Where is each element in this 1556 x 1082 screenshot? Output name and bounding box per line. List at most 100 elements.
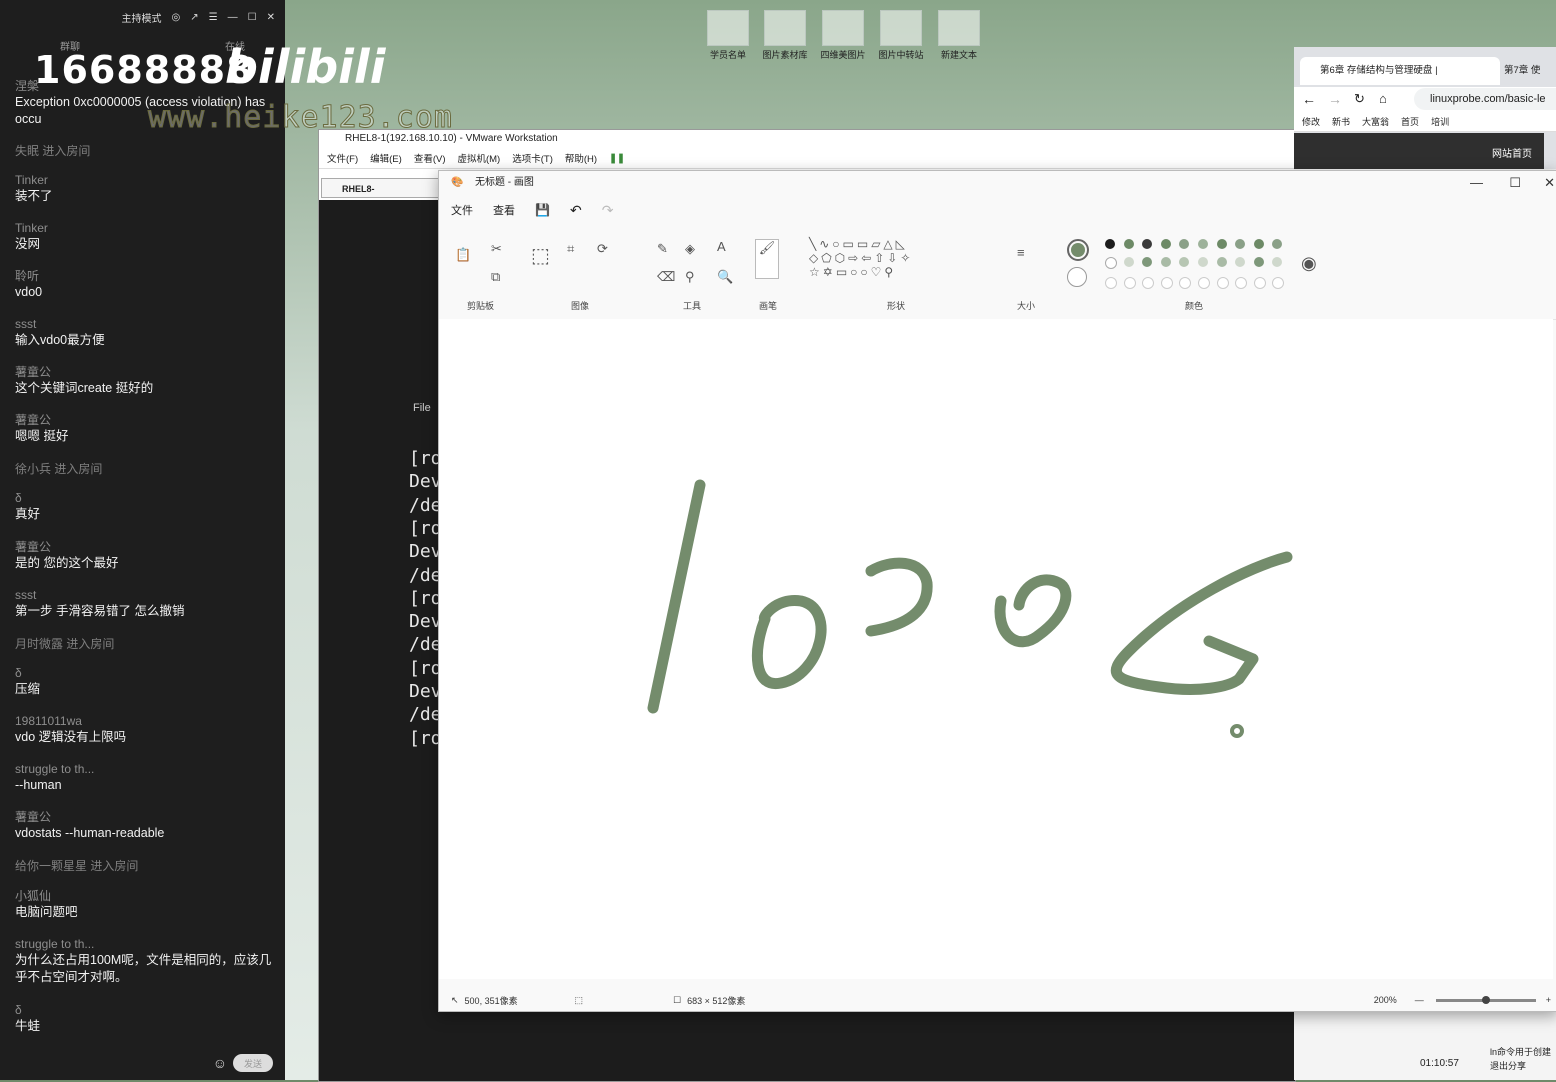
message-username[interactable]: 聆听 bbox=[15, 268, 273, 284]
desktop-icon[interactable]: 学员名单 bbox=[700, 10, 756, 61]
url-field[interactable]: linuxprobe.com/basic-le bbox=[1414, 88, 1556, 110]
palette-custom-slot[interactable] bbox=[1179, 277, 1192, 289]
menu-file[interactable]: 文件(F) bbox=[327, 151, 358, 165]
message-username[interactable]: ssst bbox=[15, 587, 273, 603]
undo-icon[interactable]: ↶ bbox=[570, 202, 582, 219]
maximize-icon[interactable]: ☐ bbox=[248, 12, 257, 23]
palette-color[interactable] bbox=[1160, 239, 1171, 249]
palette-color[interactable] bbox=[1272, 257, 1283, 267]
palette-color[interactable] bbox=[1123, 239, 1134, 249]
bookmark-item[interactable]: 首页 bbox=[1401, 115, 1419, 128]
message-username[interactable]: 薯童公 bbox=[15, 412, 273, 428]
site-home-link[interactable]: 网站首页 bbox=[1492, 145, 1532, 160]
magnifier-icon[interactable]: 🔍 bbox=[717, 269, 733, 285]
minimize-icon[interactable]: — bbox=[228, 12, 238, 23]
palette-color[interactable] bbox=[1216, 239, 1227, 249]
minimize-icon[interactable]: — bbox=[1470, 171, 1483, 195]
vm-tab[interactable]: RHEL8-1(192.168.10.10) bbox=[321, 178, 441, 214]
emoji-icon[interactable]: ☺ bbox=[213, 1055, 227, 1071]
popout-icon[interactable]: ↗ bbox=[190, 12, 198, 23]
color1-swatch[interactable] bbox=[1067, 239, 1089, 261]
eraser-icon[interactable]: ⌫ bbox=[657, 269, 675, 285]
menu-edit[interactable]: 编辑(E) bbox=[370, 151, 402, 165]
rotate-icon[interactable]: ⟳ bbox=[597, 241, 608, 257]
home-icon[interactable]: ⌂ bbox=[1379, 91, 1387, 106]
crop-icon[interactable]: ⌗ bbox=[567, 241, 574, 257]
pause-icon[interactable]: ❚❚ bbox=[609, 153, 625, 164]
palette-custom-slot[interactable] bbox=[1253, 277, 1266, 289]
palette-color[interactable] bbox=[1253, 257, 1264, 267]
paste-icon[interactable]: 📋 bbox=[455, 247, 471, 263]
forward-icon[interactable]: → bbox=[1328, 91, 1342, 107]
fill-icon[interactable]: ◈ bbox=[685, 241, 695, 257]
message-username[interactable]: struggle to th... bbox=[15, 936, 273, 952]
palette-custom-slot[interactable] bbox=[1105, 277, 1117, 289]
message-username[interactable]: δ bbox=[15, 665, 273, 681]
paint-menu-view[interactable]: 查看 bbox=[493, 202, 515, 218]
palette-color[interactable] bbox=[1272, 239, 1283, 249]
shapes-gallery[interactable]: ╲∿○▭▭▱△◺ ◇⬠⬡⇨⇦⇧⇩✧ ☆✡▭○○♡⚲ bbox=[809, 237, 913, 279]
zoom-slider[interactable] bbox=[1435, 995, 1536, 1004]
desktop-icon[interactable]: 图片中转站 bbox=[873, 10, 929, 61]
back-icon[interactable]: ← bbox=[1302, 91, 1316, 107]
paint-menu-file[interactable]: 文件 bbox=[451, 202, 473, 218]
close-icon[interactable]: ✕ bbox=[267, 12, 275, 23]
palette-color[interactable] bbox=[1216, 257, 1227, 267]
paint-canvas[interactable] bbox=[439, 319, 1553, 979]
bookmark-item[interactable]: 培训 bbox=[1431, 115, 1449, 128]
browser-tab[interactable]: 第7章 使 bbox=[1484, 57, 1556, 85]
palette-color[interactable] bbox=[1198, 257, 1208, 267]
reload-icon[interactable]: ↻ bbox=[1354, 91, 1365, 107]
menu-vm[interactable]: 虚拟机(M) bbox=[457, 151, 500, 165]
cut-icon[interactable]: ✂ bbox=[491, 241, 502, 257]
palette-color[interactable] bbox=[1123, 257, 1134, 267]
copy-icon[interactable]: ⧉ bbox=[491, 269, 500, 285]
close-icon[interactable]: ✕ bbox=[1544, 171, 1555, 195]
maximize-icon[interactable]: ☐ bbox=[1509, 171, 1521, 195]
terminal-file-menu[interactable]: File bbox=[413, 402, 431, 414]
message-username[interactable]: 小狐仙 bbox=[15, 888, 273, 904]
menu-help[interactable]: 帮助(H) bbox=[565, 151, 597, 165]
bookmark-item[interactable]: 新书 bbox=[1332, 115, 1350, 128]
palette-custom-slot[interactable] bbox=[1198, 277, 1210, 289]
zoom-thumb[interactable] bbox=[1481, 995, 1490, 1004]
zoom-out-icon[interactable]: — bbox=[1415, 995, 1424, 1005]
color-picker-icon[interactable]: ⚲ bbox=[685, 269, 695, 285]
palette-color[interactable] bbox=[1235, 257, 1246, 267]
palette-color[interactable] bbox=[1105, 239, 1115, 249]
send-button[interactable]: 发送 bbox=[233, 1054, 273, 1072]
palette-color[interactable] bbox=[1160, 257, 1171, 267]
message-username[interactable]: Tinker bbox=[15, 220, 273, 236]
palette-color[interactable] bbox=[1198, 239, 1208, 249]
palette-custom-slot[interactable] bbox=[1235, 277, 1248, 289]
message-username[interactable]: δ bbox=[15, 1002, 273, 1018]
save-icon[interactable]: 💾 bbox=[535, 203, 550, 217]
palette-custom-slot[interactable] bbox=[1160, 277, 1173, 289]
message-username[interactable]: struggle to th... bbox=[15, 761, 273, 777]
palette-color[interactable] bbox=[1105, 257, 1117, 269]
select-icon[interactable]: ⬚ bbox=[531, 243, 550, 268]
palette-color[interactable] bbox=[1235, 239, 1246, 249]
palette-color[interactable] bbox=[1142, 239, 1153, 249]
palette-color[interactable] bbox=[1179, 239, 1190, 249]
bookmark-item[interactable]: 修改 bbox=[1302, 115, 1320, 128]
desktop-icon[interactable]: 新建文本 bbox=[931, 10, 987, 61]
text-icon[interactable]: A bbox=[717, 239, 726, 254]
brush-icon[interactable]: 🖌 bbox=[755, 239, 779, 279]
palette-color[interactable] bbox=[1142, 257, 1153, 267]
desktop-icon[interactable]: 图片素材库 bbox=[757, 10, 813, 61]
menu-icon[interactable]: ☰ bbox=[209, 12, 218, 23]
message-username[interactable]: ssst bbox=[15, 316, 273, 332]
settings-icon[interactable]: ◎ bbox=[172, 12, 181, 23]
palette-custom-slot[interactable] bbox=[1272, 277, 1285, 289]
palette-color[interactable] bbox=[1253, 239, 1264, 249]
palette-custom-slot[interactable] bbox=[1142, 277, 1155, 289]
message-username[interactable]: 薯童公 bbox=[15, 809, 273, 825]
size-icon[interactable]: ≡ bbox=[1017, 245, 1025, 260]
message-username[interactable]: δ bbox=[15, 490, 273, 506]
desktop-icon[interactable]: 四维美图片 bbox=[815, 10, 871, 61]
pencil-icon[interactable]: ✎ bbox=[657, 241, 668, 257]
palette-color[interactable] bbox=[1179, 257, 1190, 267]
message-username[interactable]: 薯童公 bbox=[15, 364, 273, 380]
message-username[interactable]: 19811011wa bbox=[15, 713, 273, 729]
